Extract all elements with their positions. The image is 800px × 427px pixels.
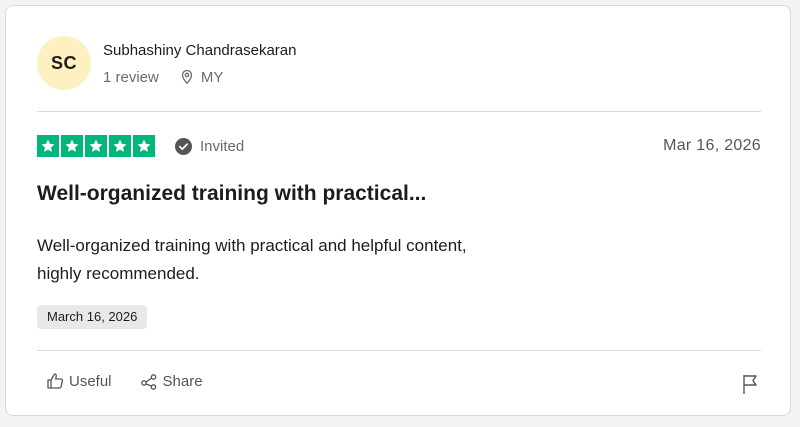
review-title[interactable]: Well-organized training with practical..… (37, 182, 426, 206)
date-of-experience-badge: March 16, 2026 (37, 305, 148, 329)
useful-button[interactable]: Useful (46, 372, 112, 390)
star-icon (61, 135, 83, 157)
location-pin-icon (181, 69, 193, 85)
star-icon (85, 135, 107, 157)
useful-label: Useful (69, 372, 112, 390)
country-code: MY (200, 68, 224, 86)
share-icon (140, 374, 156, 390)
avatar[interactable]: SC (37, 36, 91, 90)
reviewer-meta: 1 review MY (103, 69, 296, 86)
reviewer-header: SC Subhashiny Chandrasekaran 1 review MY (37, 36, 296, 90)
star-rating (37, 135, 155, 157)
share-label: Share (162, 372, 203, 390)
check-circle-icon (175, 137, 192, 155)
review-card: SC Subhashiny Chandrasekaran 1 review MY (5, 5, 791, 416)
review-body-line: highly recommended. (37, 264, 200, 283)
review-body-line: Well-organized training with practical a… (37, 236, 467, 255)
review-date: Mar 16, 2026 (663, 137, 761, 154)
footer-divider (37, 350, 761, 351)
review-count: 1 review (103, 68, 159, 86)
star-icon (133, 135, 155, 157)
flag-icon (743, 375, 757, 394)
reviewer-name[interactable]: Subhashiny Chandrasekaran (103, 41, 296, 61)
rating-row: Invited Mar 16, 2026 (37, 132, 761, 160)
review-actions: Useful Share (46, 372, 203, 390)
thumbs-up-icon (47, 373, 64, 389)
star-icon (37, 135, 59, 157)
reviewer-info: Subhashiny Chandrasekaran 1 review MY (103, 41, 296, 86)
share-button[interactable]: Share (140, 372, 203, 390)
header-divider (37, 111, 761, 112)
invited-text: Invited (200, 137, 245, 155)
invited-label: Invited (175, 137, 245, 155)
review-body: Well-organized training with practical a… (37, 232, 637, 288)
star-icon (109, 135, 131, 157)
report-button[interactable] (741, 373, 761, 400)
reviewer-country: MY (179, 68, 224, 86)
